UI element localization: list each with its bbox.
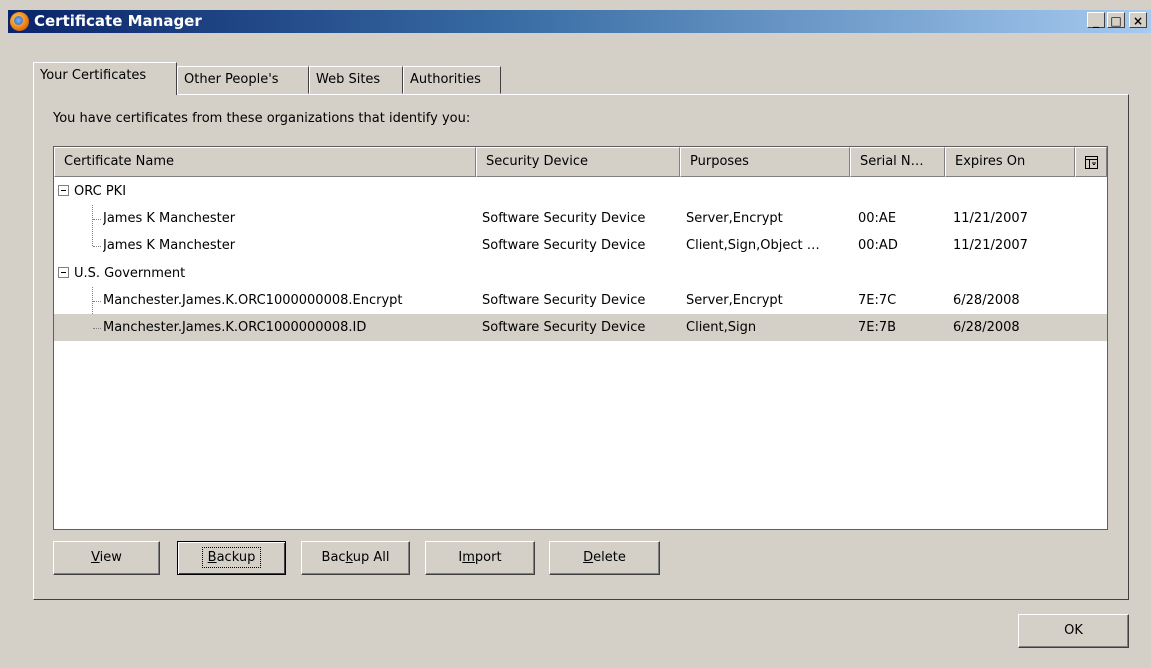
- group-name: U.S. Government: [74, 266, 186, 281]
- import-button-label: Import: [458, 550, 502, 565]
- column-header-expires-on[interactable]: Expires On: [945, 147, 1075, 177]
- column-picker-icon: [1084, 156, 1098, 169]
- minimize-button[interactable]: _: [1087, 12, 1105, 28]
- cert-serial: 00:AE: [858, 211, 897, 226]
- cert-purposes: Server,Encrypt: [686, 293, 783, 308]
- backup-button-label: Backup: [201, 547, 262, 568]
- maximize-icon: □: [1110, 14, 1122, 28]
- column-picker-button[interactable]: [1075, 147, 1107, 177]
- certificate-row[interactable]: James K Manchester Software Security Dev…: [54, 232, 1107, 259]
- ok-button[interactable]: OK: [1018, 614, 1129, 648]
- column-header-purposes[interactable]: Purposes: [680, 147, 850, 177]
- cert-name: James K Manchester: [103, 211, 236, 226]
- backup-all-button-label: Backup All: [321, 550, 390, 565]
- tab-web-sites[interactable]: Web Sites: [309, 66, 403, 94]
- collapse-toggle-icon[interactable]: [58, 185, 69, 196]
- cert-name: Manchester.James.K.ORC1000000008.Encrypt: [103, 293, 403, 308]
- tree-connector: [93, 328, 101, 329]
- certificate-row[interactable]: James K Manchester Software Security Dev…: [54, 205, 1107, 232]
- column-header-security-device[interactable]: Security Device: [476, 147, 680, 177]
- column-header-serial-number[interactable]: Serial N…: [850, 147, 945, 177]
- view-button-label: View: [91, 550, 122, 565]
- tree-group-row[interactable]: U.S. Government: [54, 260, 1107, 287]
- close-icon: ×: [1132, 14, 1144, 28]
- tree-connector: [93, 301, 101, 302]
- cert-purposes: Server,Encrypt: [686, 211, 783, 226]
- cert-expires: 6/28/2008: [953, 293, 1020, 308]
- window-title: Certificate Manager: [34, 12, 202, 30]
- tree-connector: [93, 246, 101, 247]
- cert-purposes: Client,Sign: [686, 320, 757, 335]
- certificate-tree[interactable]: Certificate Name Security Device Purpose…: [53, 146, 1108, 530]
- tab-other-peoples[interactable]: Other People's: [177, 66, 309, 94]
- minimize-icon: _: [1093, 14, 1099, 28]
- backup-button[interactable]: Backup: [177, 541, 286, 575]
- tree-connector: [93, 219, 101, 220]
- intro-text: You have certificates from these organiz…: [53, 111, 471, 126]
- group-name: ORC PKI: [74, 184, 127, 199]
- delete-button-label: Delete: [583, 550, 626, 565]
- window-controls: _ □ ×: [1087, 12, 1147, 28]
- collapse-toggle-icon[interactable]: [58, 267, 69, 278]
- cert-serial: 7E:7B: [858, 320, 897, 335]
- cert-expires: 11/21/2007: [953, 238, 1028, 253]
- cert-device: Software Security Device: [482, 238, 646, 253]
- cert-device: Software Security Device: [482, 211, 646, 226]
- tab-your-certificates[interactable]: Your Certificates: [33, 62, 177, 95]
- import-button[interactable]: Import: [425, 541, 535, 575]
- tree-group-row[interactable]: ORC PKI: [54, 178, 1107, 205]
- cert-expires: 11/21/2007: [953, 211, 1028, 226]
- title-bar[interactable]: Certificate Manager _ □ ×: [8, 10, 1151, 33]
- cert-name: James K Manchester: [103, 238, 236, 253]
- cert-device: Software Security Device: [482, 293, 646, 308]
- cert-name: Manchester.James.K.ORC1000000008.ID: [103, 320, 367, 335]
- view-button[interactable]: View: [53, 541, 160, 575]
- cert-serial: 00:AD: [858, 238, 898, 253]
- column-header-certificate-name[interactable]: Certificate Name: [54, 147, 476, 177]
- cert-expires: 6/28/2008: [953, 320, 1020, 335]
- cert-device: Software Security Device: [482, 320, 646, 335]
- certificate-row-selected[interactable]: Manchester.James.K.ORC1000000008.ID Soft…: [54, 314, 1107, 341]
- certificate-manager-window: Certificate Manager _ □ × Your Certifica…: [0, 0, 1151, 668]
- firefox-app-icon: [10, 12, 29, 31]
- cert-serial: 7E:7C: [858, 293, 897, 308]
- column-header-row: Certificate Name Security Device Purpose…: [54, 147, 1107, 177]
- cert-purposes: Client,Sign,Object …: [686, 238, 820, 253]
- certificate-row[interactable]: Manchester.James.K.ORC1000000008.Encrypt…: [54, 287, 1107, 314]
- backup-all-button[interactable]: Backup All: [301, 541, 410, 575]
- delete-button[interactable]: Delete: [549, 541, 660, 575]
- maximize-button[interactable]: □: [1107, 12, 1125, 28]
- tab-authorities[interactable]: Authorities: [403, 66, 501, 94]
- close-button[interactable]: ×: [1129, 12, 1147, 28]
